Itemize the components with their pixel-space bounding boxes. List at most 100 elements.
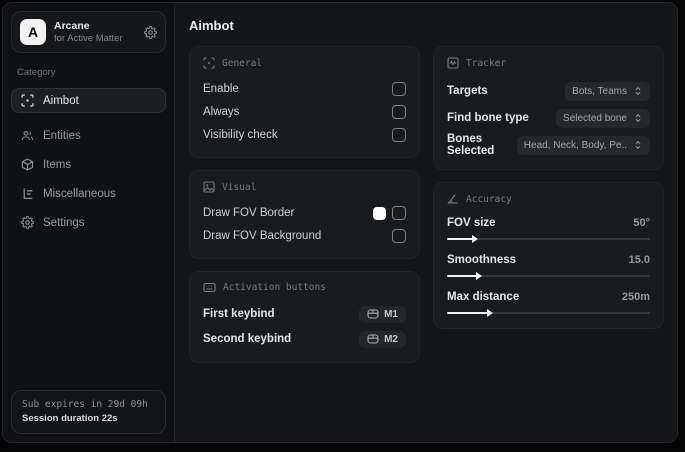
panel-title: Tracker bbox=[466, 57, 507, 69]
slider-value: 250m bbox=[621, 291, 650, 303]
targets-dropdown[interactable]: Bots, Teams bbox=[565, 81, 650, 101]
panel-accuracy: Accuracy FOV size 50° Smoothness 15.0 Ma… bbox=[433, 182, 664, 329]
dropdown-value: Selected bone bbox=[563, 112, 627, 124]
subscription-card: Sub expires in 29d 09h Session duration … bbox=[11, 389, 166, 434]
setting-label: Always bbox=[203, 106, 240, 118]
draw-fov-background-checkbox[interactable] bbox=[392, 229, 406, 243]
dropdown-value: Bots, Teams bbox=[572, 85, 627, 97]
setting-label: FOV size bbox=[447, 217, 496, 229]
setting-label: Draw FOV Background bbox=[203, 230, 322, 242]
slider-group-fov-size: FOV size 50° bbox=[447, 214, 650, 243]
app-logo: A bbox=[20, 19, 46, 45]
setting-row-enable: Enable bbox=[203, 78, 406, 100]
sidebar-item-miscellaneous[interactable]: Miscellaneous bbox=[11, 181, 166, 206]
sidebar-item-aimbot[interactable]: Aimbot bbox=[11, 88, 166, 113]
setting-row-targets: Targets Bots, Teams bbox=[447, 78, 650, 104]
setting-label: Smoothness bbox=[447, 254, 517, 266]
main-content: Aimbot General Enable Always Visibility … bbox=[175, 3, 677, 442]
keyboard-icon bbox=[203, 282, 216, 293]
sidebar-item-label: Entities bbox=[43, 129, 81, 142]
setting-label: Max distance bbox=[447, 291, 520, 303]
max-distance-slider[interactable] bbox=[447, 309, 650, 317]
tracker-icon bbox=[447, 57, 459, 69]
brand-card: A Arcane for Active Matter bbox=[11, 11, 166, 53]
sidebar-item-label: Items bbox=[43, 158, 72, 171]
chevron-up-down-icon bbox=[633, 113, 643, 123]
sidebar-item-settings[interactable]: Settings bbox=[11, 210, 166, 235]
sidebar-item-label: Settings bbox=[43, 216, 85, 229]
second-keybind-button[interactable]: M2 bbox=[359, 330, 406, 348]
session-duration-text: Session duration 22s bbox=[22, 412, 118, 424]
entities-icon bbox=[21, 129, 34, 142]
setting-label: First keybind bbox=[203, 308, 275, 320]
setting-row-find-bone-type: Find bone type Selected bone bbox=[447, 105, 650, 131]
draw-fov-border-checkbox[interactable] bbox=[392, 206, 406, 220]
setting-label: Visibility check bbox=[203, 129, 278, 141]
setting-row-draw-fov-background: Draw FOV Background bbox=[203, 225, 406, 247]
panel-title: General bbox=[222, 57, 263, 69]
setting-row-draw-fov-border: Draw FOV Border bbox=[203, 202, 406, 224]
setting-row-bones-selected: Bones Selected Head, Neck, Body, Pe.. bbox=[447, 132, 650, 158]
panel-tracker: Tracker Targets Bots, Teams Find bone ty… bbox=[433, 46, 664, 170]
slider-group-smoothness: Smoothness 15.0 bbox=[447, 251, 650, 280]
always-checkbox[interactable] bbox=[392, 105, 406, 119]
chevron-up-down-icon bbox=[633, 86, 643, 96]
brand-tagline: for Active Matter bbox=[54, 32, 123, 44]
sidebar-item-label: Aimbot bbox=[43, 94, 79, 107]
page-title: Aimbot bbox=[189, 18, 234, 33]
scan-icon bbox=[203, 57, 215, 69]
dropdown-value: Head, Neck, Body, Pe.. bbox=[523, 139, 627, 151]
list-icon bbox=[21, 187, 34, 200]
color-swatch[interactable] bbox=[373, 206, 386, 220]
sidebar-nav: Aimbot Entities Items Miscellaneous Sett… bbox=[11, 88, 166, 235]
keybind-value: M2 bbox=[384, 333, 398, 345]
slider-thumb[interactable] bbox=[476, 272, 483, 280]
crosshair-icon bbox=[21, 94, 34, 107]
image-icon bbox=[203, 181, 215, 193]
sidebar-item-label: Miscellaneous bbox=[43, 187, 116, 200]
gear-icon[interactable] bbox=[144, 25, 157, 39]
panel-title: Visual bbox=[222, 181, 257, 193]
panel-title: Accuracy bbox=[466, 193, 512, 205]
panel-visual: Visual Draw FOV Border Draw FOV Backgrou… bbox=[189, 170, 420, 259]
setting-label: Find bone type bbox=[447, 112, 529, 124]
bones-selected-dropdown[interactable]: Head, Neck, Body, Pe.. bbox=[516, 135, 650, 155]
app-window: A Arcane for Active Matter Category Aimb… bbox=[2, 2, 678, 443]
angle-icon bbox=[447, 193, 459, 205]
visibility-check-checkbox[interactable] bbox=[392, 128, 406, 142]
slider-value: 15.0 bbox=[628, 254, 650, 266]
slider-group-max-distance: Max distance 250m bbox=[447, 288, 650, 317]
mouse-icon bbox=[367, 309, 379, 319]
setting-label: Targets bbox=[447, 85, 488, 97]
gear-icon bbox=[21, 216, 34, 229]
slider-thumb[interactable] bbox=[472, 235, 479, 243]
setting-row-always: Always bbox=[203, 101, 406, 123]
enable-checkbox[interactable] bbox=[392, 82, 406, 96]
slider-value: 50° bbox=[633, 217, 650, 229]
fov-size-slider[interactable] bbox=[447, 235, 650, 243]
brand-name: Arcane bbox=[54, 19, 90, 32]
first-keybind-button[interactable]: M1 bbox=[359, 305, 406, 323]
sub-expires-text: Sub expires in 29d 09h bbox=[22, 398, 148, 410]
setting-label: Enable bbox=[203, 83, 239, 95]
panel-general: General Enable Always Visibility check bbox=[189, 46, 420, 158]
find-bone-type-dropdown[interactable]: Selected bone bbox=[556, 108, 650, 128]
setting-label: Bones Selected bbox=[447, 133, 495, 157]
setting-row-second-keybind: Second keybind M2 bbox=[203, 327, 406, 351]
slider-thumb[interactable] bbox=[486, 309, 493, 317]
chevron-up-down-icon bbox=[633, 140, 643, 150]
setting-label: Draw FOV Border bbox=[203, 207, 295, 219]
keybind-value: M1 bbox=[384, 308, 398, 320]
sidebar-item-entities[interactable]: Entities bbox=[11, 123, 166, 148]
category-label: Category bbox=[17, 67, 56, 78]
sidebar-item-items[interactable]: Items bbox=[11, 152, 166, 177]
smoothness-slider[interactable] bbox=[447, 272, 650, 280]
cube-icon bbox=[21, 158, 34, 171]
setting-row-first-keybind: First keybind M1 bbox=[203, 302, 406, 326]
panel-activation-buttons: Activation buttons First keybind M1 Seco… bbox=[189, 271, 420, 363]
sidebar: A Arcane for Active Matter Category Aimb… bbox=[3, 3, 175, 442]
setting-row-visibility-check: Visibility check bbox=[203, 124, 406, 146]
panel-title: Activation buttons bbox=[223, 282, 326, 293]
setting-label: Second keybind bbox=[203, 333, 292, 345]
mouse-icon bbox=[367, 334, 379, 344]
